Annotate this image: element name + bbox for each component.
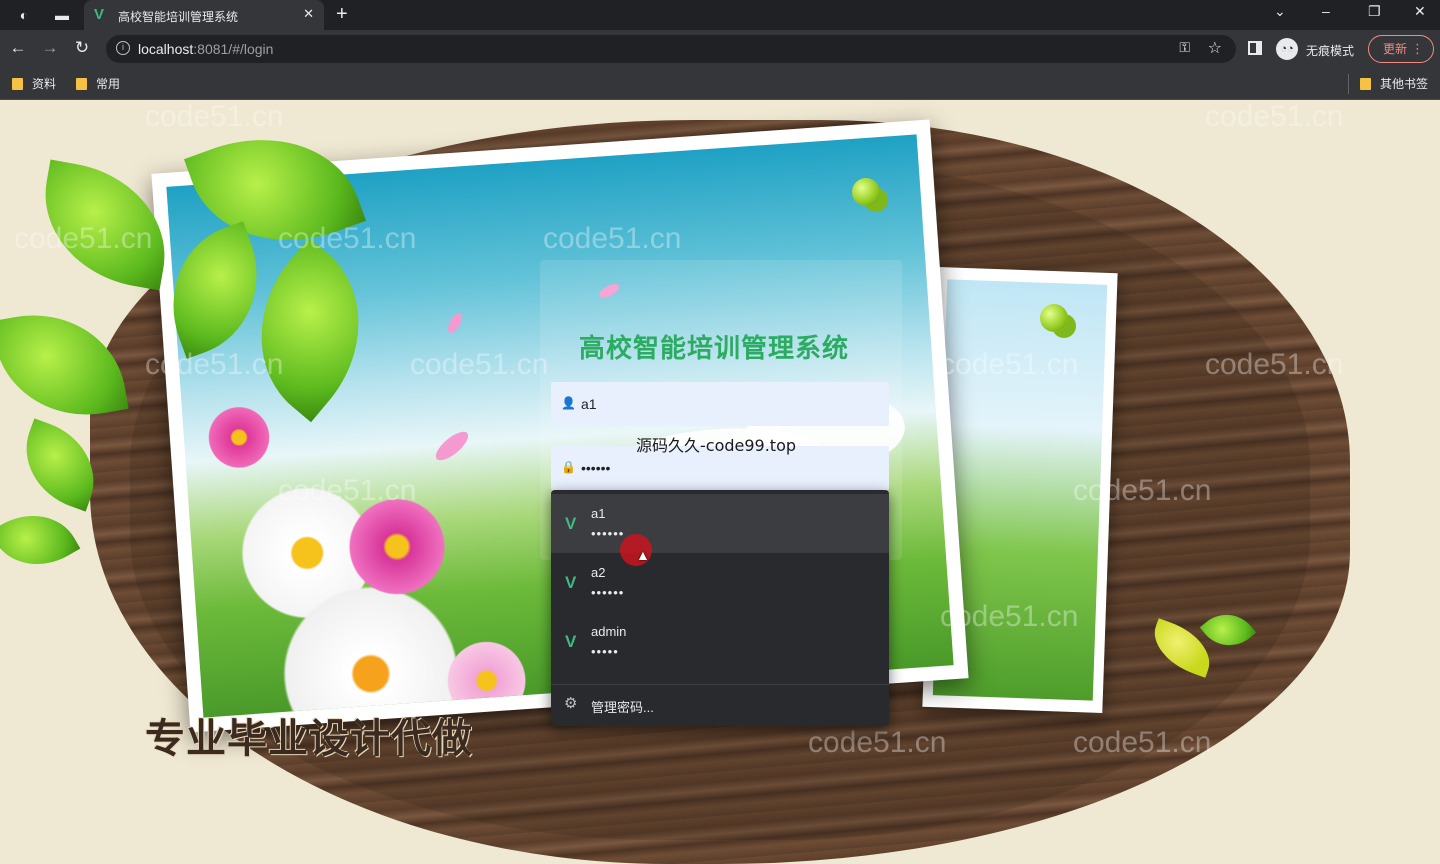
green-bead	[852, 178, 880, 206]
autofill-option[interactable]: V a1 ••••••	[551, 494, 889, 553]
leaf	[0, 300, 129, 430]
overlay-text: 源码久久-code99.top	[636, 436, 797, 455]
watermark: code51.cn	[410, 348, 549, 381]
folder-icon	[76, 78, 87, 90]
manage-passwords-item[interactable]: ⚙ 管理密码...	[551, 686, 889, 724]
vue-favicon-icon: V	[94, 6, 105, 23]
manage-passwords-label: 管理密码...	[591, 700, 654, 715]
url-path: :8081/#/login	[193, 41, 274, 57]
password-key-icon[interactable]: ⚿	[1179, 39, 1190, 56]
restore-icon[interactable]: ❐	[1368, 3, 1381, 20]
window-close-icon[interactable]: ✕	[1414, 3, 1426, 20]
more-menu-icon[interactable]: ⋮	[1411, 36, 1424, 62]
login-page: code51.cn code51.cn code51.cn code51.cn …	[0, 100, 1440, 864]
incognito-label: 无痕模式	[1306, 44, 1355, 58]
user-icon: 👤	[561, 396, 576, 410]
folder-icon	[1360, 78, 1371, 90]
bookmark-label: 常用	[96, 77, 121, 91]
vue-site-icon: V	[565, 573, 577, 592]
watermark: code51.cn	[278, 474, 417, 507]
username-field[interactable]: 👤	[551, 382, 889, 426]
tab-list-chevron-icon[interactable]: ⌄	[1274, 3, 1286, 20]
leaf	[10, 418, 110, 512]
browser-menu-icon[interactable]: ◐	[12, 4, 36, 26]
watermark: code51.cn	[145, 100, 284, 133]
slogan-text: 专业毕业设计代做	[145, 717, 473, 761]
watermark: code51.cn	[543, 222, 682, 255]
tab-active[interactable]: V 高校智能培训管理系统 ✕	[84, 0, 324, 30]
url-host: localhost	[138, 41, 194, 57]
back-arrow-icon[interactable]: ←	[7, 38, 29, 58]
other-bookmarks[interactable]: 其他书签	[1360, 75, 1428, 92]
tab-title: 高校智能培训管理系统	[118, 10, 239, 24]
reload-icon[interactable]: ↻	[71, 38, 93, 58]
tab-strip: ◐ ▬ V 高校智能培训管理系统 ✕ + ⌄ – ❐ ✕	[0, 0, 1440, 30]
autofill-option[interactable]: V a2 ••••••	[551, 553, 889, 612]
autofill-password: ••••••	[591, 526, 625, 541]
update-button[interactable]: 更新 ⋮	[1368, 35, 1434, 63]
side-panel-icon[interactable]	[1248, 41, 1262, 55]
watermark: code51.cn	[940, 348, 1079, 381]
update-label: 更新	[1383, 42, 1408, 56]
minimize-icon[interactable]: –	[1322, 3, 1330, 19]
browser-toolbar: ← → ↻ i localhost:8081/#/login ⚿ ☆ ◔◔ 无痕…	[0, 30, 1440, 68]
lock-icon: 🔒	[561, 460, 576, 474]
password-autofill-dropdown: V a1 •••••• V a2 •••••• V admin ••••• ⚙ …	[551, 490, 889, 726]
autofill-divider	[551, 684, 889, 685]
site-info-icon[interactable]: i	[116, 41, 130, 55]
tab-search-icon[interactable]: ▬	[50, 4, 74, 26]
watermark: code51.cn	[14, 222, 153, 255]
address-bar[interactable]: i localhost:8081/#/login ⚿ ☆	[106, 35, 1236, 63]
forward-arrow-icon[interactable]: →	[39, 38, 61, 58]
watermark: code51.cn	[808, 726, 947, 759]
watermark: code51.cn	[145, 348, 284, 381]
bookmark-star-icon[interactable]: ☆	[1208, 38, 1222, 58]
leaf	[0, 496, 81, 584]
bookmark-folder-0[interactable]: 资料	[12, 75, 56, 92]
watermark: code51.cn	[1073, 726, 1212, 759]
other-bookmarks-label: 其他书签	[1380, 77, 1429, 91]
autofill-username: a1	[591, 506, 606, 521]
new-tab-icon[interactable]: +	[336, 3, 348, 26]
autofill-username: a2	[591, 565, 606, 580]
watermark: code51.cn	[278, 222, 417, 255]
gear-icon: ⚙	[564, 695, 578, 712]
green-bead	[1040, 304, 1068, 332]
autofill-option[interactable]: V admin •••••	[551, 612, 889, 671]
bookmark-folder-1[interactable]: 常用	[76, 75, 120, 92]
incognito-icon[interactable]: ◔◔	[1276, 38, 1298, 60]
folder-icon	[12, 78, 23, 90]
system-title: 高校智能培训管理系统	[579, 333, 850, 363]
watermark: code51.cn	[1205, 100, 1344, 133]
vue-site-icon: V	[565, 632, 577, 651]
watermark: code51.cn	[1073, 474, 1212, 507]
mouse-cursor-icon: ▲	[636, 547, 650, 563]
username-input[interactable]	[581, 382, 881, 426]
bookmarks-bar: 资料 常用 其他书签	[0, 68, 1440, 100]
url-text: localhost:8081/#/login	[138, 41, 273, 57]
watermark: code51.cn	[1205, 348, 1344, 381]
vue-site-icon: V	[565, 514, 577, 533]
close-tab-icon[interactable]: ✕	[303, 6, 314, 22]
bookmark-label: 资料	[32, 77, 57, 91]
autofill-password: ••••••	[591, 585, 625, 600]
bookmarks-separator	[1348, 74, 1349, 94]
autofill-username: admin	[591, 624, 627, 639]
autofill-password: •••••	[591, 644, 619, 659]
watermark: code51.cn	[940, 600, 1079, 633]
